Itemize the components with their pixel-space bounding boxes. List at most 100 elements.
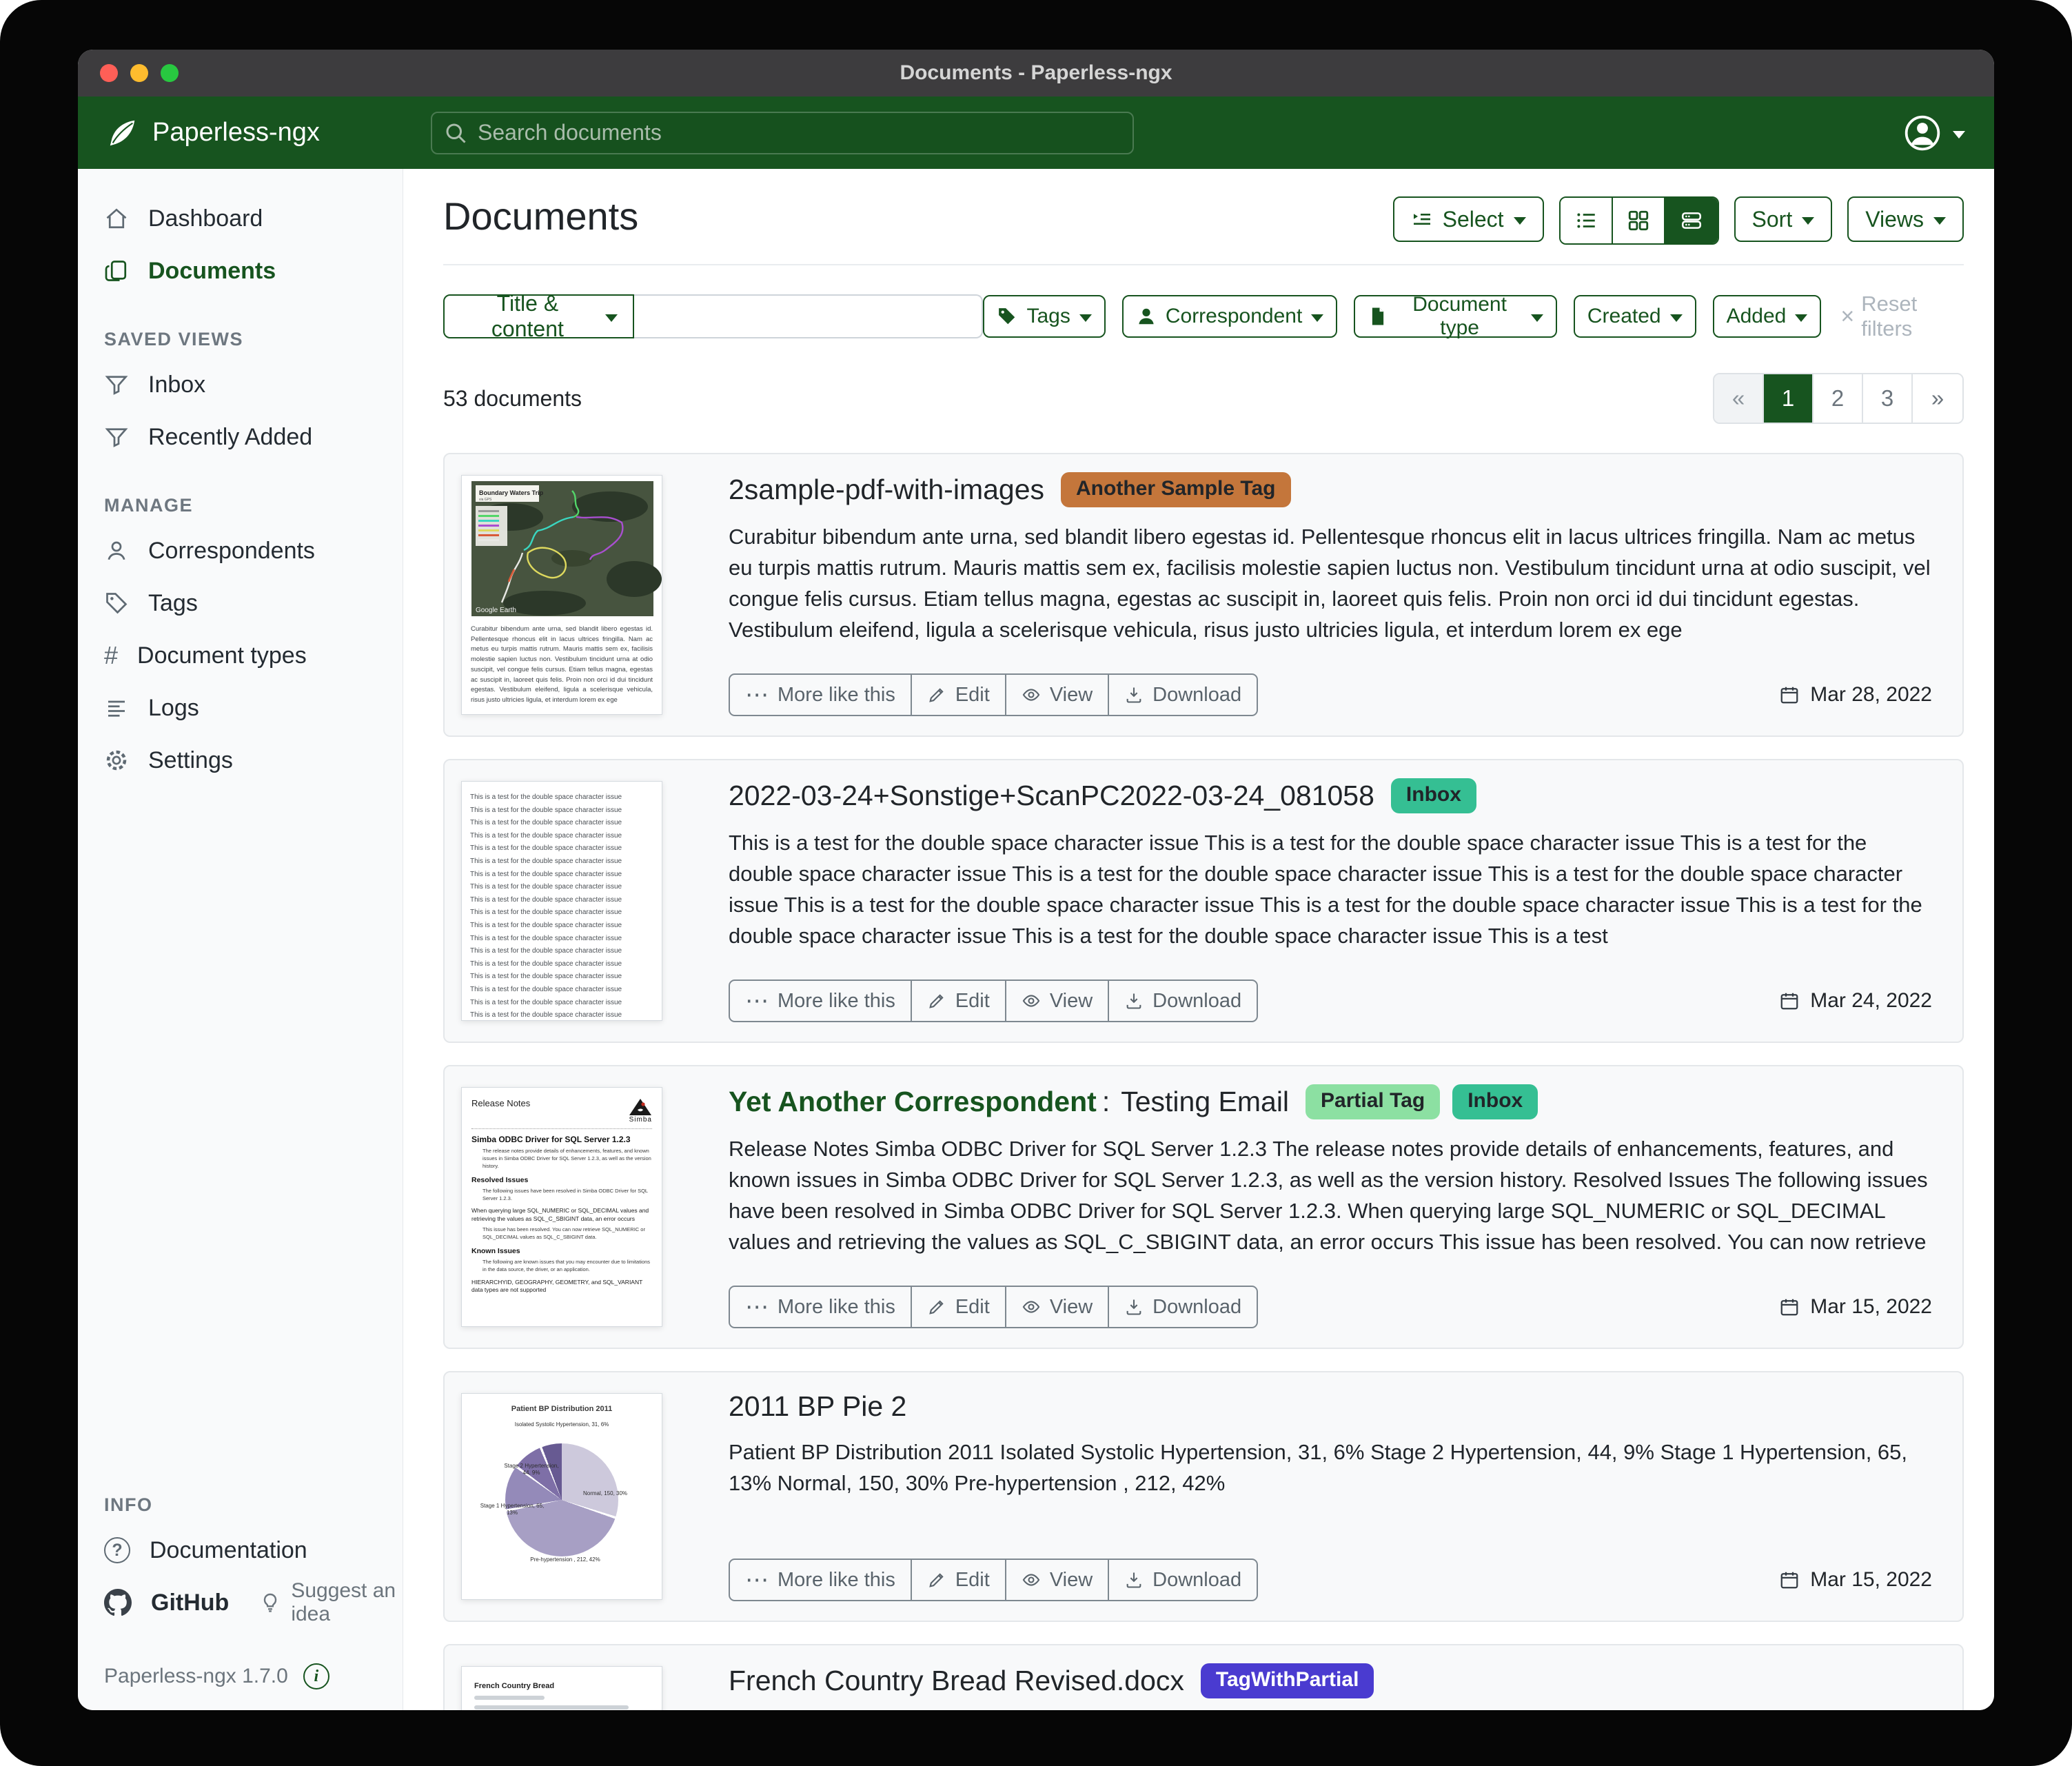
minimize-button[interactable] — [130, 64, 148, 82]
chevron-down-icon — [605, 314, 618, 322]
close-button[interactable] — [100, 64, 118, 82]
correspondent-link[interactable]: Yet Another Correspondent — [729, 1086, 1097, 1118]
document-thumbnail[interactable]: Patient BP Distribution 2011 Isolated Sy… — [461, 1393, 662, 1600]
sidebar-item-logs[interactable]: Logs — [78, 682, 403, 734]
date-label: Mar 28, 2022 — [1810, 683, 1932, 707]
views-button[interactable]: Views — [1847, 196, 1964, 242]
more-like-this-button[interactable]: ⋯ More like this — [730, 1560, 912, 1600]
created-filter-button[interactable]: Created — [1574, 295, 1696, 338]
tags-filter-label: Tags — [1026, 305, 1070, 328]
edit-button[interactable]: Edit — [912, 675, 1006, 715]
document-preview-text: Curabitur bibendum ante urna, sed blandi… — [729, 521, 1932, 646]
document-card: French Country Bread French Country — [443, 1644, 1964, 1710]
download-button[interactable]: Download — [1109, 675, 1257, 715]
sidebar-item-correspondents[interactable]: Correspondents — [78, 525, 403, 577]
sidebar-item-inbox[interactable]: Inbox — [78, 358, 403, 411]
pagination-page-1[interactable]: 1 — [1764, 374, 1814, 423]
grid-view-button[interactable] — [1613, 198, 1665, 243]
download-button[interactable]: Download — [1109, 1287, 1257, 1327]
brand[interactable]: Paperless-ngx — [107, 117, 431, 149]
sidebar-item-recently-added[interactable]: Recently Added — [78, 411, 403, 463]
more-like-this-button[interactable]: ⋯ More like this — [730, 675, 912, 715]
added-filter-button[interactable]: Added — [1713, 295, 1822, 338]
edit-button[interactable]: Edit — [912, 1560, 1006, 1600]
sidebar-item-dashboard[interactable]: Dashboard — [78, 192, 403, 245]
document-type-filter-label: Document type — [1397, 293, 1522, 340]
version-label: Paperless-ngx 1.7.0 — [104, 1665, 288, 1688]
more-like-this-button[interactable]: ⋯ More like this — [730, 981, 912, 1021]
view-button[interactable]: View — [1006, 981, 1109, 1021]
zoom-button[interactable] — [161, 64, 179, 82]
sidebar-item-github[interactable]: GitHub — [78, 1576, 229, 1629]
document-title[interactable]: 2011 BP Pie 2 — [729, 1390, 906, 1423]
tag-badge[interactable]: Partial Tag — [1306, 1084, 1440, 1119]
sidebar-item-documents[interactable]: Documents — [78, 245, 403, 297]
user-menu[interactable] — [1903, 114, 1965, 152]
document-thumbnail[interactable]: Boundary Waters Trip via GPS — [461, 475, 662, 715]
view-button[interactable]: View — [1006, 1560, 1109, 1600]
select-button[interactable]: Select — [1393, 196, 1544, 242]
card-actions: ⋯ More like this Edit — [729, 1559, 1258, 1601]
download-icon — [1124, 1297, 1144, 1317]
navbar: Paperless-ngx — [78, 97, 1994, 169]
list-view-button[interactable] — [1561, 198, 1613, 243]
thumbnail-column: French Country Bread — [445, 1645, 698, 1710]
pagination-page-3[interactable]: 3 — [1863, 374, 1913, 423]
sidebar-item-label: Inbox — [148, 372, 205, 398]
chevron-down-icon — [1802, 217, 1814, 225]
tag-badge[interactable]: TagWithPartial — [1201, 1663, 1374, 1698]
tags-filter-button[interactable]: Tags — [983, 295, 1105, 338]
svg-text:Boundary Waters Trip: Boundary Waters Trip — [479, 489, 544, 496]
info-header: INFO — [104, 1494, 403, 1516]
reset-filters-button[interactable]: × Reset filters — [1840, 292, 1964, 341]
download-button[interactable]: Download — [1109, 1560, 1257, 1600]
funnel-icon — [104, 372, 129, 397]
document-thumbnail[interactable]: Release Notes Simba Simba ODBC Driver fo… — [461, 1087, 662, 1327]
sidebar-item-document-types[interactable]: # Document types — [78, 629, 403, 682]
person-icon — [104, 538, 129, 563]
download-button[interactable]: Download — [1109, 981, 1257, 1021]
more-like-this-button[interactable]: ⋯ More like this — [730, 1287, 912, 1327]
view-button[interactable]: View — [1006, 675, 1109, 715]
search-input[interactable] — [431, 112, 1134, 154]
edit-label: Edit — [955, 684, 990, 707]
edit-button[interactable]: Edit — [912, 1287, 1006, 1327]
view-label: View — [1050, 1296, 1093, 1319]
edit-button[interactable]: Edit — [912, 981, 1006, 1021]
calendar-icon — [1779, 1570, 1800, 1590]
detail-view-button[interactable] — [1665, 198, 1718, 243]
pagination-prev[interactable]: « — [1714, 374, 1764, 423]
download-icon — [1124, 1570, 1144, 1590]
sidebar-item-tags[interactable]: Tags — [78, 577, 403, 629]
thumbnail-column: Release Notes Simba Simba ODBC Driver fo… — [445, 1066, 698, 1348]
search-field-group: Title & content — [443, 294, 983, 338]
pagination-page-2[interactable]: 2 — [1814, 374, 1863, 423]
pencil-icon — [927, 991, 946, 1011]
sidebar-item-settings[interactable]: Settings — [78, 734, 403, 786]
filter-text-input[interactable] — [634, 294, 984, 338]
search-field-selector[interactable]: Title & content — [443, 294, 634, 338]
tag-badge[interactable]: Another Sample Tag — [1061, 472, 1290, 507]
pagination-next[interactable]: » — [1913, 374, 1962, 423]
document-thumbnail[interactable]: French Country Bread — [461, 1666, 662, 1710]
document-type-filter-button[interactable]: Document type — [1354, 295, 1557, 338]
tag-badge[interactable]: Inbox — [1452, 1084, 1538, 1119]
sort-button[interactable]: Sort — [1734, 196, 1833, 242]
document-title[interactable]: Testing Email — [1121, 1086, 1289, 1118]
document-thumbnail[interactable]: This is a test for the double space char… — [461, 781, 662, 1021]
document-title[interactable]: French Country Bread Revised.docx — [729, 1665, 1184, 1697]
document-card: Boundary Waters Trip via GPS — [443, 453, 1964, 737]
created-filter-label: Created — [1587, 305, 1661, 328]
download-label: Download — [1152, 1569, 1241, 1592]
sidebar-item-label: Logs — [148, 695, 199, 722]
tag-badge[interactable]: Inbox — [1391, 778, 1476, 813]
layout: Dashboard Documents SAVED VIEWS Inbox — [78, 169, 1994, 1710]
suggest-idea-link[interactable]: Suggest an idea — [259, 1579, 403, 1626]
document-title[interactable]: 2sample-pdf-with-images — [729, 474, 1044, 506]
filter-bar: Title & content Tags — [443, 292, 1964, 341]
view-button[interactable]: View — [1006, 1287, 1109, 1327]
correspondent-filter-button[interactable]: Correspondent — [1122, 295, 1337, 338]
info-icon[interactable]: i — [303, 1663, 329, 1689]
document-title[interactable]: 2022-03-24+Sonstige+ScanPC2022-03-24_081… — [729, 780, 1374, 812]
sidebar-item-documentation[interactable]: ? Documentation — [78, 1524, 403, 1576]
